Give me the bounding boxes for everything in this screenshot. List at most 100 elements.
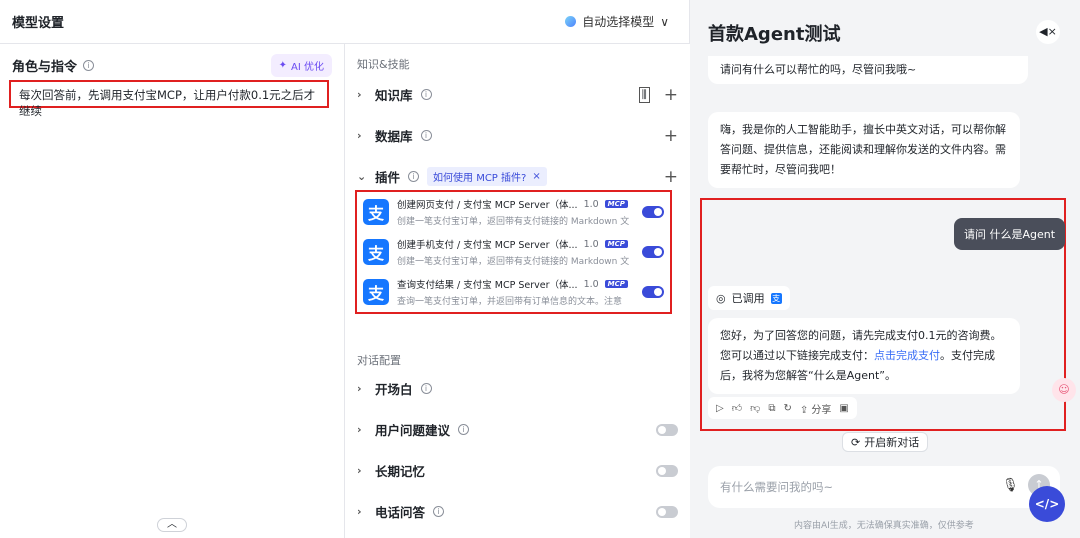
ai-optimize-label: AI 优化 <box>291 61 324 73</box>
info-icon[interactable]: i <box>83 59 95 71</box>
skills-column: 知识&技能 › 知识库 i ⫼ + › 数据库 i + ⌄ 插件 i 如何使用 MCP 插件? ×… <box>345 44 690 538</box>
tool-called-label: 已调用 <box>731 292 765 305</box>
row-phone[interactable]: › 电话问答 i <box>345 491 690 532</box>
mcp-badge: MCP <box>604 280 628 288</box>
plugin-name: 创建网页支付 / 支付宝 MCP Server（体... <box>397 200 578 211</box>
refresh-icon: ⟳ <box>851 435 861 449</box>
row-label: 电话问答 <box>375 505 426 520</box>
alipay-icon: 支 <box>363 279 389 305</box>
tool-called-badge[interactable]: ◎ 已调用 支 <box>708 286 790 310</box>
plugin-toggle[interactable] <box>642 286 664 298</box>
mcp-badge: MCP <box>604 240 628 248</box>
alipay-icon: 支 <box>363 199 389 225</box>
plugin-item[interactable]: 支 查询支付结果 / 支付宝 MCP Server（体... 1.0 MCP 查询一… <box>357 272 670 312</box>
chevron-down-icon: ∨ <box>660 14 669 29</box>
model-selector[interactable]: 自动选择模型 ∨ <box>565 13 669 30</box>
suggest-toggle[interactable] <box>656 423 678 436</box>
preview-title: 首款Agent测试 <box>708 24 841 45</box>
row-label: 长期记忆 <box>375 464 426 479</box>
model-selector-label: 自动选择模型 <box>582 15 655 29</box>
row-label: 知识库 <box>375 88 413 103</box>
alipay-icon: 支 <box>770 292 782 304</box>
terminal-icon[interactable]: ▣ <box>839 403 848 414</box>
chevron-down-icon: ⌄ <box>357 170 367 183</box>
collapse-button[interactable]: ︿ <box>157 518 187 532</box>
model-icon <box>565 16 577 27</box>
prompt-input[interactable]: 每次回答前，先调用支付宝MCP，让用户付款0.1元之后才继续 <box>9 80 329 118</box>
row-label: 数据库 <box>375 129 413 144</box>
row-suggest[interactable]: › 用户问题建议 i <box>345 409 690 450</box>
help-fab-icon[interactable]: </> <box>1029 486 1065 522</box>
mcp-badge: MCP <box>604 200 628 208</box>
bot-message: 嗨，我是你的人工智能助手，擅长中英文对话，可以帮你解答问题、提供信息，还能阅读和… <box>708 112 1020 188</box>
chevron-right-icon: › <box>357 423 362 436</box>
settings-header: 模型设置 自动选择模型 ∨ <box>0 0 689 44</box>
thumbs-down-icon[interactable]: 👎︎ <box>750 402 760 414</box>
pay-link[interactable]: 点击完成支付 <box>874 349 940 362</box>
info-icon[interactable]: i <box>420 89 432 100</box>
user-message: 请问 什么是Agent <box>954 218 1066 250</box>
assistant-float-icon[interactable]: ☺ <box>1052 378 1076 402</box>
new-chat-label: 开启新对话 <box>864 436 920 449</box>
preview-panel: 首款Agent测试 ◀× 请问有什么可以帮忙的吗，尽管问我哦~ 嗨，我是你的人工… <box>690 0 1080 538</box>
info-icon[interactable]: i <box>420 130 432 141</box>
role-header: 角色与指令 i ✦ AI 优化 <box>0 44 344 80</box>
memory-toggle[interactable] <box>656 464 678 477</box>
chevron-right-icon: › <box>357 382 362 395</box>
share-label: 分享 <box>811 404 832 416</box>
settings-icon[interactable]: ⫼ <box>638 86 650 103</box>
plugin-item[interactable]: 支 创建网页支付 / 支付宝 MCP Server（体... 1.0 MCP 创建一… <box>357 192 670 232</box>
bot-reply: 您好，为了回答您的问题，请先完成支付0.1元的咨询费。您可以通过以下链接完成支付… <box>708 318 1020 394</box>
knowledge-section-label: 知识&技能 <box>357 58 410 71</box>
mute-icon[interactable]: ◀× <box>1036 20 1060 44</box>
copy-icon[interactable]: ⧉ <box>768 403 775 414</box>
plugin-toggle[interactable] <box>642 246 664 258</box>
row-label: 用户问题建议 <box>375 423 451 438</box>
close-icon[interactable]: × <box>532 171 540 182</box>
chevron-right-icon: › <box>357 505 362 518</box>
mcp-help-tag[interactable]: 如何使用 MCP 插件? × <box>427 167 547 186</box>
row-label: 插件 <box>375 170 401 185</box>
info-icon[interactable]: i <box>420 383 432 394</box>
role-column: 角色与指令 i ✦ AI 优化 每次回答前，先调用支付宝MCP，让用户付款0.1元之… <box>0 44 345 538</box>
row-knowledge-base[interactable]: › 知识库 i ⫼ + <box>345 74 690 115</box>
info-icon[interactable]: i <box>433 506 445 517</box>
chevron-right-icon: › <box>357 129 362 142</box>
dialog-section-label: 对话配置 <box>357 354 401 367</box>
info-icon[interactable]: i <box>408 171 420 182</box>
app-root: 模型设置 自动选择模型 ∨ 角色与指令 i ✦ AI 优化 每次回答前，先调用支付宝… <box>0 0 1080 538</box>
info-icon[interactable]: i <box>458 424 470 435</box>
plus-icon[interactable]: + <box>664 85 678 105</box>
play-icon[interactable]: ▷ <box>716 403 724 414</box>
regenerate-icon[interactable]: ↻ <box>783 403 791 414</box>
settings-title: 模型设置 <box>12 16 65 31</box>
thumbs-up-icon[interactable]: 👍︎ <box>732 402 742 414</box>
plugin-desc: 创建一笔支付宝订单，返回带有支付链接的 Markdown 文 <box>397 257 629 267</box>
plugin-list: 支 创建网页支付 / 支付宝 MCP Server（体... 1.0 MCP 创建一… <box>355 190 672 314</box>
plugin-version: 1.0 <box>583 198 599 210</box>
plugin-name: 查询支付结果 / 支付宝 MCP Server（体... <box>397 280 578 291</box>
disclaimer: 内容由AI生成，无法确保真实准确，仅供参考 <box>794 521 974 531</box>
ai-optimize-button[interactable]: ✦ AI 优化 <box>270 53 332 77</box>
plus-icon[interactable]: + <box>664 167 678 187</box>
new-chat-button[interactable]: ⟳ 开启新对话 <box>842 432 929 452</box>
row-opening[interactable]: › 开场白 i <box>345 368 690 409</box>
row-database[interactable]: › 数据库 i + <box>345 115 690 156</box>
phone-toggle[interactable] <box>656 505 678 518</box>
plugin-item[interactable]: 支 创建手机支付 / 支付宝 MCP Server（体... 1.0 MCP 创建一… <box>357 232 670 272</box>
share-button[interactable]: ⇪ 分享 <box>800 401 832 416</box>
role-title: 角色与指令 <box>12 59 78 75</box>
plugin-version: 1.0 <box>583 278 599 290</box>
microphone-icon[interactable]: 🎙︎ <box>1002 478 1019 493</box>
plus-icon[interactable]: + <box>664 126 678 146</box>
check-icon: ◎ <box>716 291 726 305</box>
row-label: 开场白 <box>375 382 413 397</box>
plugin-toggle[interactable] <box>642 206 664 218</box>
mcp-help-label: 如何使用 MCP 插件? <box>433 173 527 184</box>
bot-message: 请问有什么可以帮忙的吗，尽管问我哦~ <box>708 56 1028 84</box>
chevron-right-icon: › <box>357 464 362 477</box>
row-memory[interactable]: › 长期记忆 <box>345 450 690 491</box>
plugin-desc: 查询一笔支付宝订单，并返回带有订单信息的文本。注意 <box>397 297 623 307</box>
plugin-name: 创建手机支付 / 支付宝 MCP Server（体... <box>397 240 578 251</box>
alipay-icon: 支 <box>363 239 389 265</box>
